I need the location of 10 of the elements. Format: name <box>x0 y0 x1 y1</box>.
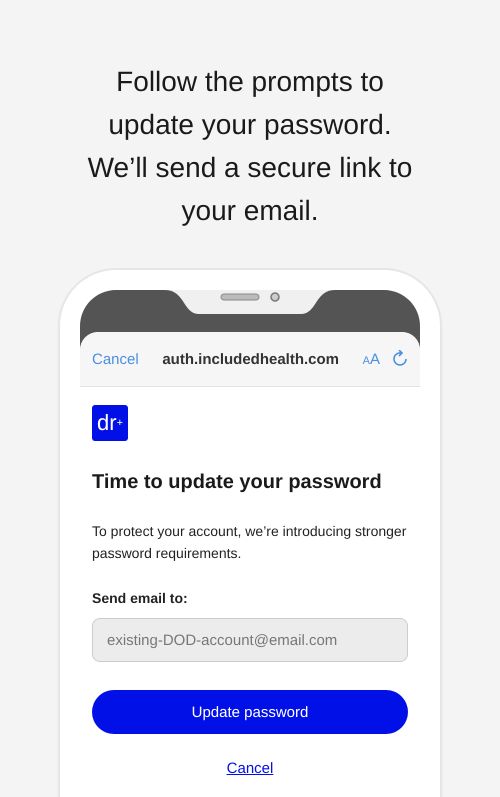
field-label: Send email to: <box>92 590 189 606</box>
headline: Follow the prompts to update your password. We’ll send a secure link to your email. <box>86 65 414 228</box>
page-title: Time to update your password <box>92 471 383 494</box>
update-password-button[interactable]: Update password <box>92 690 408 734</box>
url-text: auth.includedhealth.com <box>161 350 340 368</box>
cancel-link[interactable]: Cancel <box>226 760 274 777</box>
reload-icon[interactable] <box>392 350 408 368</box>
description-text: To protect your account, we’re introducing stronger password requirements. <box>92 522 408 563</box>
cancel-button[interactable]: Cancel <box>92 350 139 368</box>
text-size-button[interactable]: AA <box>362 350 380 368</box>
